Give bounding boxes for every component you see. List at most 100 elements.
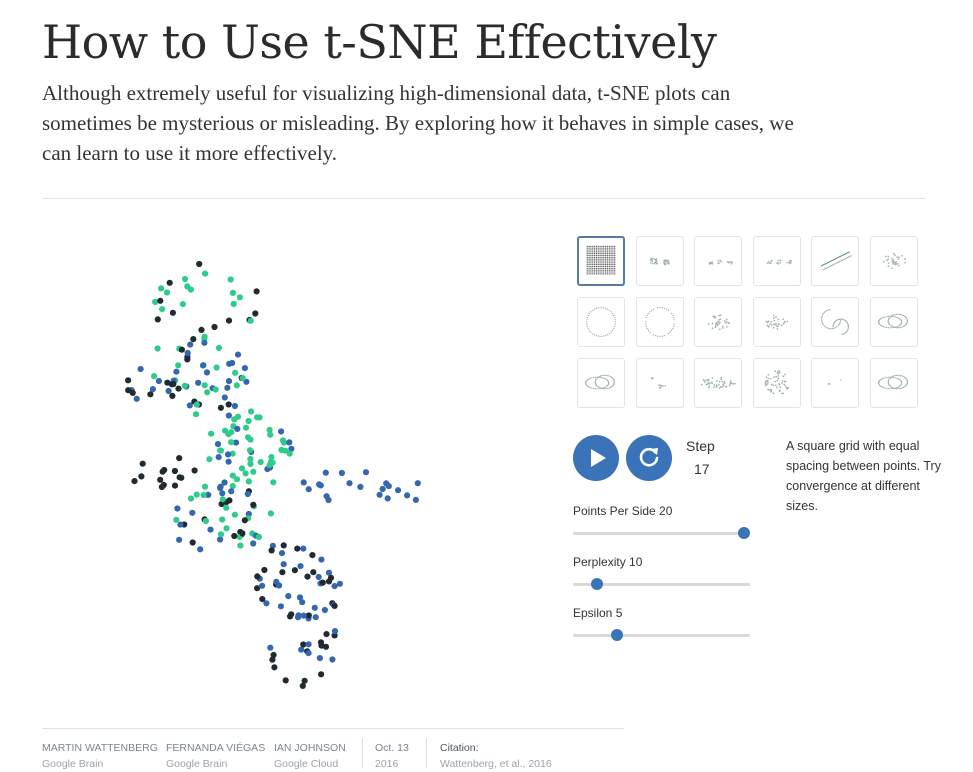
thumbnail-dot (588, 253, 590, 255)
thumbnail-ellipsoidal-cloud[interactable] (752, 297, 801, 347)
thumbnail-dot (593, 258, 596, 260)
thumbnail-dot (667, 332, 669, 335)
thumbnail-long-gaussian[interactable] (694, 358, 742, 408)
thumbnail-dot (600, 335, 602, 338)
thumbnail-dot (888, 327, 891, 329)
scatter-point (316, 655, 323, 662)
thumbnail-dot (880, 386, 883, 388)
thumbnail-gaussian-blob[interactable] (752, 358, 801, 408)
thumbnail-dot (603, 253, 605, 255)
thumbnail-three-clusters-varied[interactable] (752, 236, 801, 286)
thumbnail-dot (606, 249, 609, 251)
scatter-point (138, 473, 145, 480)
scatter-point (253, 414, 261, 421)
date-text: Oct. 13 (375, 742, 409, 754)
perplexity-slider[interactable] (573, 578, 750, 590)
thumbnail-dot (589, 377, 592, 380)
scatter-point (223, 504, 230, 511)
thumbnail-dot (764, 383, 766, 385)
thumbnail-dot (599, 264, 601, 266)
thumbnail-random-walk[interactable] (869, 236, 918, 286)
thumbnail-dot (603, 249, 605, 251)
thumbnail-dot (766, 379, 768, 382)
scatter-point (278, 550, 286, 557)
thumbnail-dot (838, 256, 840, 258)
scatter-point (223, 525, 230, 532)
points-per-side-handle[interactable] (738, 527, 750, 539)
thumbnail-unlinked-rings[interactable] (869, 358, 918, 408)
thumbnail-dot (665, 308, 667, 310)
thumbnail-dot (612, 247, 614, 249)
epsilon-handle[interactable] (610, 629, 623, 641)
thumbnail-trefoil-knot[interactable] (869, 297, 918, 347)
thumbnail-dot (769, 262, 771, 264)
thumbnail-dot (586, 271, 588, 273)
thumbnail-circle-uneven[interactable] (635, 297, 684, 347)
thumbnail-subset-clusters[interactable] (635, 358, 684, 408)
thumbnail-dot (595, 273, 598, 275)
thumbnail-dot (593, 247, 596, 249)
thumbnail-dot (601, 251, 603, 253)
thumbnail-square-grid[interactable] (577, 236, 625, 286)
thumbnail-gaussian-cloud[interactable] (694, 297, 742, 347)
scatter-point (170, 380, 177, 388)
scatter-point (242, 470, 249, 477)
thumbnail-circle-even[interactable] (577, 297, 625, 347)
thumbnail-dot (898, 385, 900, 388)
thumbnail-dot (894, 377, 896, 379)
thumbnail-two-links[interactable] (811, 297, 859, 347)
thumbnail-dot (777, 374, 779, 377)
thumbnail-dot (601, 377, 604, 379)
thumbnail-dot (899, 313, 901, 316)
thumbnail-two-rings[interactable] (577, 358, 625, 408)
thumbnail-dot (655, 260, 658, 263)
thumbnail-dot (901, 375, 903, 377)
scatter-point (346, 480, 353, 487)
thumbnail-dot (839, 321, 841, 323)
thumbnail-dot (606, 308, 609, 310)
thumbnail-dot (603, 256, 605, 258)
thumbnail-dot (592, 251, 594, 253)
thumbnail-orthogonal-steps[interactable] (811, 358, 859, 408)
scatter-point (280, 542, 287, 549)
thumbnail-dot (784, 380, 786, 383)
thumbnail-dot (592, 273, 594, 275)
thumbnail-two-clusters[interactable] (635, 236, 684, 286)
thumbnail-dot (782, 322, 784, 325)
restart-button[interactable] (626, 435, 672, 481)
thumbnail-dot (601, 247, 603, 249)
thumbnail-three-clusters[interactable] (694, 236, 742, 286)
points-per-side-slider[interactable] (573, 527, 750, 539)
thumbnail-dot (659, 386, 661, 389)
thumbnail-dot (885, 376, 887, 379)
thumbnail-dot (661, 335, 663, 337)
scatter-point (165, 387, 172, 395)
thumbnail-dot (884, 255, 887, 258)
thumbnail-dot (769, 391, 772, 393)
thumbnail-dot (773, 380, 776, 383)
thumbnail-dot (827, 261, 830, 264)
thumbnail-dot (604, 260, 607, 262)
scatter-point (221, 394, 228, 401)
thumbnail-dot (586, 323, 588, 325)
year-text: 2016 (375, 758, 399, 770)
scatter-point (152, 298, 159, 306)
thumbnail-dot (882, 260, 885, 263)
thumbnail-dot (614, 265, 616, 268)
thumbnail-dot (601, 271, 603, 273)
page-title: How to Use t-SNE Effectively (42, 15, 717, 69)
thumbnail-dot (602, 307, 604, 309)
play-button[interactable] (573, 435, 619, 481)
epsilon-slider[interactable] (573, 629, 750, 641)
thumbnail-two-long-lines[interactable] (811, 236, 859, 286)
thumbnail-dot (592, 245, 594, 247)
thumbnail-preview (766, 259, 792, 265)
thumbnail-dot (605, 387, 608, 390)
thumbnail-dot (603, 247, 605, 249)
thumbnail-dot (592, 253, 594, 255)
thumbnail-dot (588, 273, 590, 275)
scatter-point (250, 468, 257, 475)
thumbnail-dot (828, 327, 831, 330)
perplexity-handle[interactable] (591, 578, 604, 590)
scatter-point (331, 628, 339, 635)
